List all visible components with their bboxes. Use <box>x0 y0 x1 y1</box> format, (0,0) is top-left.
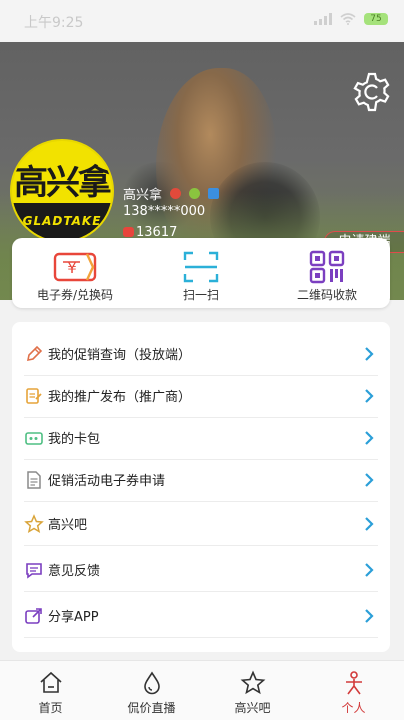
menu-item-promotion-query[interactable]: 我的促销查询（投放端） <box>24 332 378 376</box>
menu-item-card-wallet[interactable]: 我的卡包 <box>24 416 378 460</box>
menu-item-gaoxingba[interactable]: 高兴吧 <box>24 502 378 546</box>
avatar-logo-text: 高兴拿 <box>14 163 112 203</box>
settings-button[interactable] <box>350 70 394 114</box>
menu-item-label: 我的推广发布（推广商） <box>48 390 192 405</box>
scan-button[interactable]: 扫一扫 <box>138 238 264 308</box>
badge-icon-blue <box>208 187 220 199</box>
chevron-right-icon <box>365 516 374 531</box>
qrcode-pay-button[interactable]: 二维码收款 <box>264 238 390 308</box>
feedback-icon <box>26 562 42 579</box>
avatar-logo-subtext: GLADTAKE <box>12 203 112 239</box>
tab-gaoxingba[interactable]: 高兴吧 <box>202 661 303 720</box>
person-icon <box>345 671 362 695</box>
menu-card: 我的促销查询（投放端） 我的推广发布（推广商） 我的卡包 促销活动电子券申请 高… <box>12 322 390 652</box>
user-name: 高兴拿 <box>123 187 163 203</box>
signal-icon <box>314 13 332 25</box>
chevron-right-icon <box>365 472 374 487</box>
quick-actions-card: ¥ 电子券/兑换码 扫一扫 二维码收款 <box>12 238 390 308</box>
edit-document-icon <box>26 387 42 404</box>
status-time: 上午9:25 <box>24 15 84 31</box>
qrcode-pay-label: 二维码收款 <box>296 288 357 302</box>
star-icon <box>24 513 44 533</box>
coupon-redeem-button[interactable]: ¥ 电子券/兑换码 <box>12 238 138 308</box>
avatar[interactable]: 高兴拿 GLADTAKE <box>10 139 114 243</box>
user-info: 高兴拿 138*****000 13617 <box>123 184 220 241</box>
menu-item-label: 我的促销查询（投放端） <box>48 348 192 363</box>
menu-item-label: 我的卡包 <box>48 432 101 447</box>
chevron-right-icon <box>365 430 374 445</box>
home-icon <box>39 671 62 693</box>
bottom-tab-bar: 首页 侃价直播 高兴吧 个人 <box>0 660 404 720</box>
tab-live-bargain[interactable]: 侃价直播 <box>101 661 202 720</box>
star-icon <box>240 670 265 695</box>
tab-home[interactable]: 首页 <box>0 661 101 720</box>
scan-label: 扫一扫 <box>182 288 219 302</box>
document-icon <box>27 470 41 489</box>
menu-item-label: 促销活动电子券申请 <box>48 474 166 489</box>
card-icon <box>25 431 43 445</box>
tab-label: 个人 <box>341 701 366 715</box>
chevron-right-icon <box>365 388 374 403</box>
wifi-icon <box>340 13 356 25</box>
tab-label: 高兴吧 <box>234 701 271 715</box>
tab-label: 侃价直播 <box>127 701 176 715</box>
coupon-redeem-label: 电子券/兑换码 <box>36 288 114 302</box>
status-icons: 75 <box>314 13 388 25</box>
pencil-icon <box>26 345 43 361</box>
user-phone: 138*****000 <box>123 204 206 219</box>
status-bar: 上午9:25 75 <box>0 0 404 42</box>
chevron-right-icon <box>365 346 374 361</box>
drop-icon <box>143 671 160 695</box>
battery-icon: 75 <box>364 13 388 25</box>
qrcode-icon <box>309 250 345 284</box>
share-icon <box>25 607 42 624</box>
gear-icon <box>353 72 390 112</box>
badge-icon-green <box>189 187 201 199</box>
menu-item-coupon-application[interactable]: 促销活动电子券申请 <box>24 458 378 502</box>
tab-label: 首页 <box>38 701 63 715</box>
chevron-right-icon <box>365 562 374 577</box>
menu-item-share-app[interactable]: 分享APP <box>24 594 378 638</box>
menu-item-promotion-publish[interactable]: 我的推广发布（推广商） <box>24 374 378 418</box>
menu-item-label: 分享APP <box>48 610 99 625</box>
badge-icon-red <box>170 187 182 199</box>
points-icon <box>123 227 134 237</box>
coupon-icon: ¥ <box>53 252 97 282</box>
chevron-right-icon <box>365 608 374 623</box>
menu-item-label: 高兴吧 <box>48 518 88 533</box>
scan-icon <box>183 251 219 283</box>
menu-item-feedback[interactable]: 意见反馈 <box>24 548 378 592</box>
tab-personal[interactable]: 个人 <box>303 661 404 720</box>
menu-item-label: 意见反馈 <box>48 564 101 579</box>
